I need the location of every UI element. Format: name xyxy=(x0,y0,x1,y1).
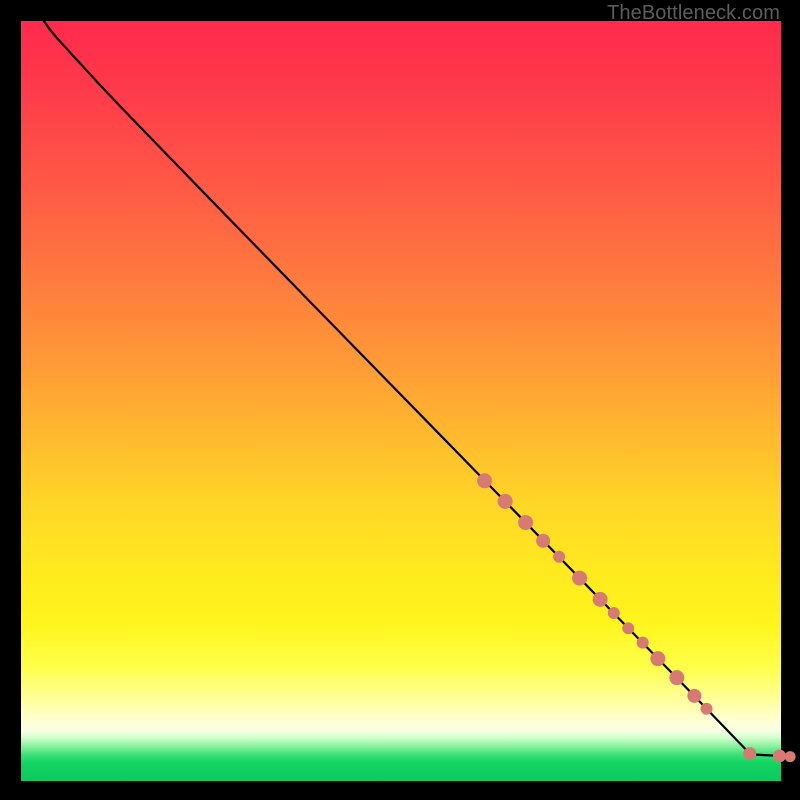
data-point xyxy=(687,689,701,703)
data-point xyxy=(669,670,684,685)
data-point xyxy=(650,651,665,666)
data-point xyxy=(785,751,796,762)
data-point xyxy=(498,494,513,509)
data-point xyxy=(518,515,533,530)
data-point xyxy=(608,607,620,619)
data-point xyxy=(536,534,550,548)
data-point xyxy=(622,622,634,634)
data-point xyxy=(701,703,713,715)
data-point xyxy=(637,637,649,649)
scatter-dots xyxy=(477,473,796,762)
data-point xyxy=(773,749,786,762)
data-point xyxy=(743,747,756,760)
data-point xyxy=(553,551,565,563)
watermark-text: TheBottleneck.com xyxy=(607,2,780,25)
data-point xyxy=(572,571,587,586)
data-point xyxy=(593,592,608,607)
plot-svg xyxy=(21,21,781,781)
heatmap-plot xyxy=(21,21,781,781)
data-point xyxy=(477,473,492,488)
